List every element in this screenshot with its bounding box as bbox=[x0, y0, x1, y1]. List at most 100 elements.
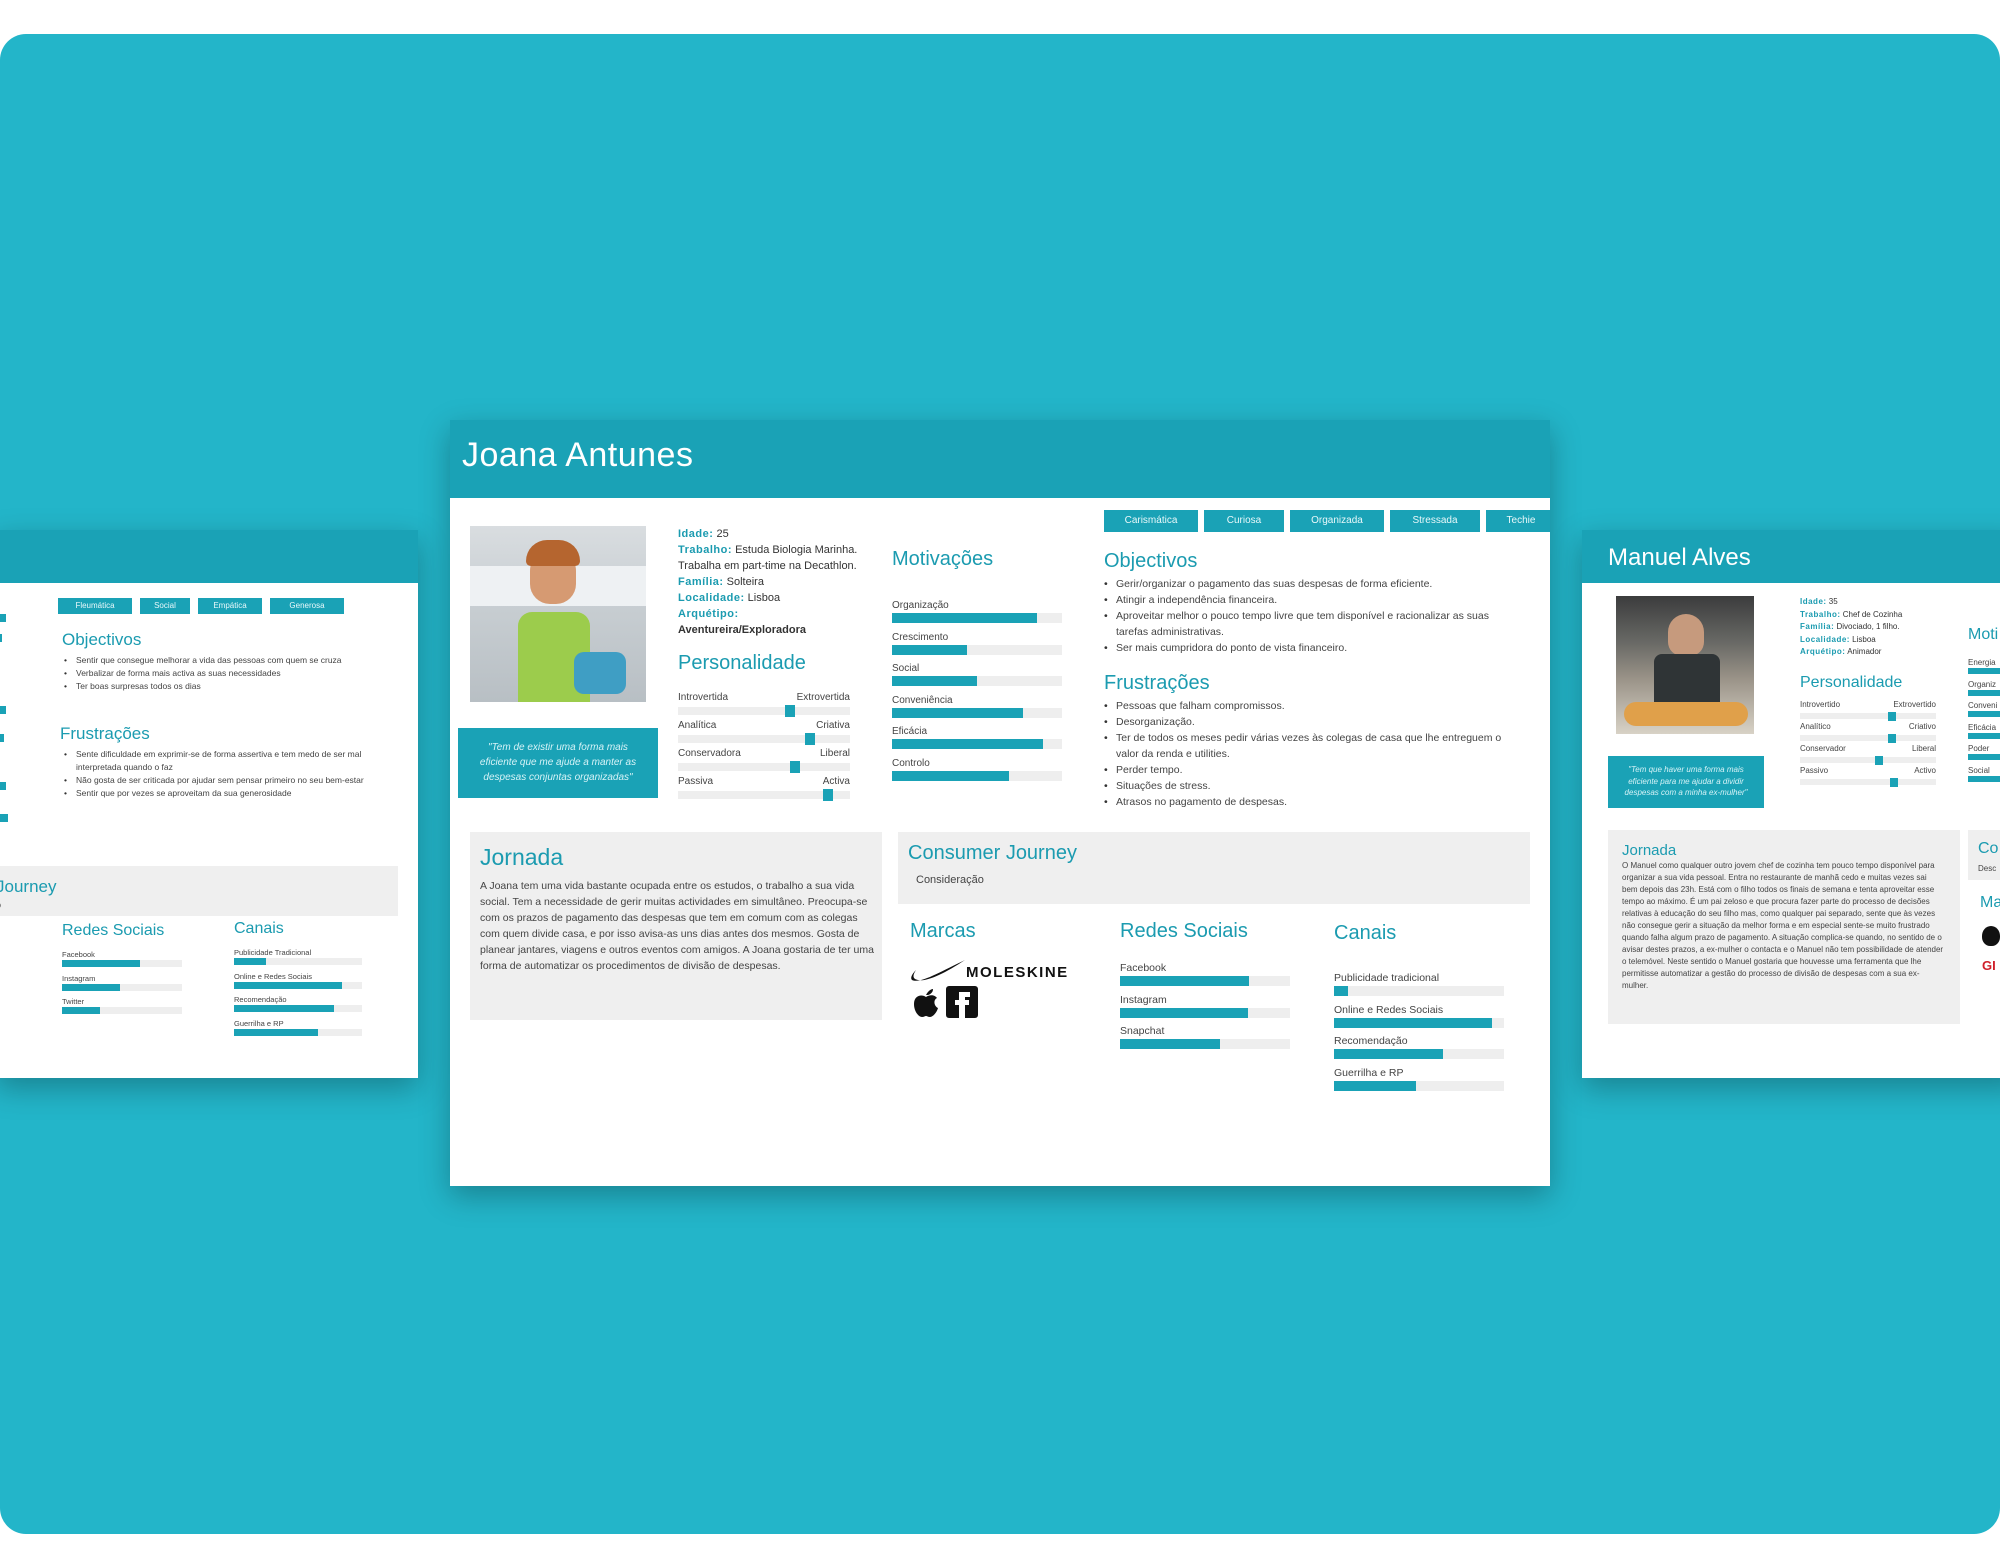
motivacao-label: Social bbox=[1968, 765, 1990, 775]
info-line: Família: Solteira bbox=[678, 574, 857, 590]
trait-tag: Social bbox=[140, 598, 190, 614]
rede-label: Snapchat bbox=[1120, 1025, 1165, 1037]
objectivo-item: Sentir que consegue melhorar a vida das … bbox=[64, 654, 384, 667]
rede-bar-fill bbox=[62, 983, 120, 991]
motivacao-bar bbox=[892, 707, 1062, 718]
frustracao-item: Atrasos no pagamento de despesas. bbox=[1104, 794, 1504, 810]
info-value: Chef de Cozinha bbox=[1840, 609, 1903, 619]
objectivos-list: Gerir/organizar o pagamento das suas des… bbox=[1104, 576, 1504, 656]
personalidade-heading: Personalidade bbox=[678, 652, 806, 674]
canal-label: Online e Redes Sociais bbox=[1334, 1003, 1444, 1016]
frustracao-item: Desorganização. bbox=[1104, 714, 1504, 730]
trait-slider-track bbox=[678, 789, 850, 801]
trait-slider-track bbox=[1800, 711, 1936, 721]
motivacao-bar bbox=[1968, 732, 2000, 739]
motivacao-bar bbox=[1968, 668, 2000, 674]
rede-bar bbox=[62, 960, 182, 967]
motivacao-label: Eficácia bbox=[1968, 722, 1997, 732]
persona-info: Idade: 25 Trabalho: Estuda Biologia Marin… bbox=[678, 526, 857, 638]
jornada-heading: Jornada bbox=[1622, 842, 1677, 859]
objectivo-item: Verbalizar de forma mais activa as suas … bbox=[64, 667, 384, 680]
motivacao-label: Poder bbox=[1968, 744, 1990, 753]
motivacao-bar-fill bbox=[1968, 668, 2000, 674]
trait-slider-track bbox=[1800, 755, 1936, 765]
motivacao-label: Eficácia bbox=[892, 726, 928, 737]
persona-info: Idade: 35 Trabalho: Chef de Cozinha Famíli… bbox=[1800, 596, 1902, 659]
trait-tag: Generosa bbox=[270, 598, 344, 614]
trait-tag: Stressada bbox=[1390, 510, 1480, 532]
info-line: Localidade: Lisboa bbox=[1800, 634, 1902, 647]
trait-tag: Empática bbox=[198, 598, 262, 614]
motivacao-label: Social bbox=[892, 663, 920, 674]
persona-card-right: Manuel Alves Idade: 35 Trabalho: Chef de … bbox=[1582, 530, 2000, 1078]
canal-bar-fill bbox=[1334, 1080, 1416, 1091]
objectivo-item: Atingir a independência financeira. bbox=[1104, 592, 1504, 608]
trait-slider-knob bbox=[1888, 733, 1897, 743]
canal-bar bbox=[234, 1005, 362, 1012]
objectivo-item: Ter boas surpresas todos os dias bbox=[64, 680, 384, 693]
facebook-f-bar bbox=[955, 1000, 969, 1005]
canal-label: Recomendação bbox=[1334, 1035, 1408, 1047]
card-header bbox=[0, 530, 418, 583]
food-tray bbox=[1624, 702, 1748, 726]
rede-bar-fill bbox=[1120, 1007, 1248, 1018]
objectivos-heading: Objectivos bbox=[1104, 550, 1198, 572]
nike-swoosh-icon bbox=[911, 960, 965, 981]
motivacao-label: Crescimento bbox=[892, 631, 949, 643]
objectivo-item: Gerir/organizar o pagamento das suas des… bbox=[1104, 576, 1504, 592]
info-value: Estuda Biologia Marinha. bbox=[732, 544, 858, 556]
trait-slider-knob bbox=[784, 705, 795, 717]
trait-slider-knob bbox=[805, 733, 816, 745]
info-value: Aventureira/Exploradora bbox=[678, 624, 806, 636]
info-key: Arquétipo: bbox=[678, 608, 739, 620]
motivacao-bar bbox=[892, 770, 1062, 781]
canal-bar bbox=[1334, 1049, 1504, 1059]
motivacao-bar-fill bbox=[1968, 689, 2000, 696]
persona-quote: "Tem de existir uma forma mais eficiente… bbox=[458, 728, 658, 798]
facebook-f-top bbox=[959, 992, 970, 997]
motivacao-bar-fill bbox=[892, 613, 1037, 623]
trait-right-label: Liberal bbox=[1911, 744, 1936, 753]
info-value: Animador bbox=[1845, 647, 1882, 656]
info-value: Lisboa bbox=[744, 592, 781, 604]
motivacao-bar-fill bbox=[892, 770, 1010, 781]
info-line: Idade: 25 bbox=[678, 526, 857, 542]
trait-right-label: Criativo bbox=[1908, 722, 1936, 731]
motivacao-bar-fill bbox=[892, 644, 967, 655]
trait-right-label: Activa bbox=[822, 776, 850, 787]
trait-tag: Fleumática bbox=[58, 598, 132, 614]
info-key: Idade: bbox=[1800, 597, 1827, 606]
rede-bar-fill bbox=[1120, 1039, 1221, 1049]
person-bag bbox=[574, 652, 626, 694]
canal-bar bbox=[1334, 986, 1504, 996]
motivacao-bar-fill bbox=[1968, 754, 2000, 760]
rede-bar bbox=[1120, 976, 1290, 986]
journey-subtitle: o bbox=[0, 900, 1, 910]
motivacao-label: Organização bbox=[892, 600, 949, 611]
info-key: Trabalho: bbox=[678, 544, 733, 556]
canal-bar bbox=[1334, 1017, 1504, 1028]
info-line: Trabalho: Estuda Biologia Marinha. bbox=[678, 542, 857, 558]
consumer-heading: Co bbox=[1978, 840, 1999, 857]
motivacao-bar-fill bbox=[892, 676, 977, 686]
frustracoes-list: Pessoas que falham compromissos.Desorgan… bbox=[1104, 698, 1504, 810]
motivacao-bar-fill bbox=[1968, 775, 2000, 782]
trait-right-label: Liberal bbox=[819, 748, 850, 759]
frustracoes-heading: Frustrações bbox=[60, 724, 150, 743]
rede-bar bbox=[1120, 1007, 1290, 1018]
canal-bar-fill bbox=[1334, 1049, 1443, 1059]
trait-slider-track bbox=[678, 761, 850, 773]
info-line: Arquétipo: bbox=[678, 606, 857, 622]
objectivo-item: Ser mais cumpridora do ponto de vista fi… bbox=[1104, 640, 1504, 656]
trait-tag: Organizada bbox=[1290, 510, 1384, 532]
canal-bar-fill bbox=[234, 981, 342, 989]
apple-logo-icon bbox=[914, 989, 938, 1017]
motivacao-bar-fill bbox=[1968, 711, 2000, 717]
info-key: Família: bbox=[678, 576, 724, 588]
motivacao-bar bbox=[892, 739, 1062, 749]
persona-photo bbox=[1616, 596, 1754, 734]
trait-slider-track bbox=[1800, 777, 1936, 787]
trait-right-label: Extrovertida bbox=[796, 692, 850, 703]
frustracao-item: Não gosta de ser criticada por ajudar se… bbox=[64, 774, 384, 787]
frustracoes-heading: Frustrações bbox=[1104, 672, 1210, 694]
